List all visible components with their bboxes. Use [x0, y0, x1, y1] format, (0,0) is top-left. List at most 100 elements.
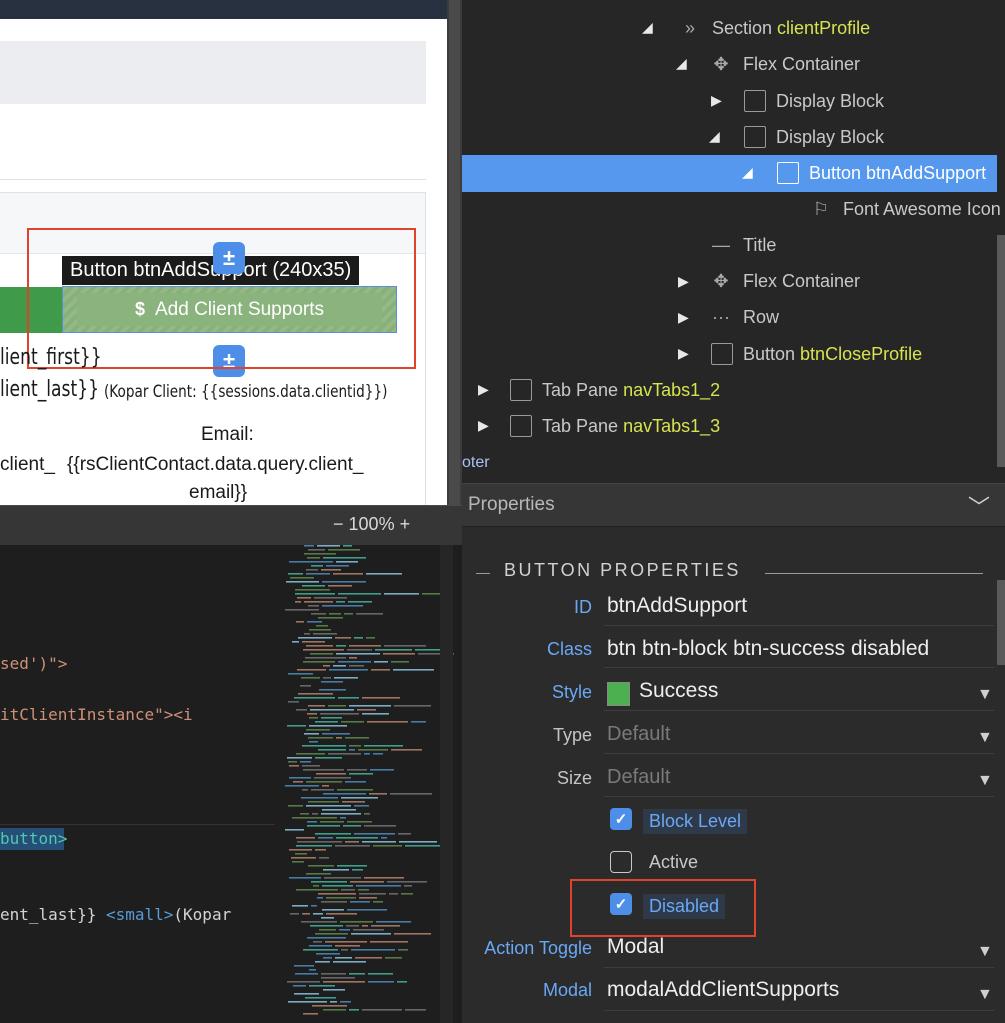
expand-triangle-icon[interactable]: ▶	[478, 381, 489, 398]
code-line[interactable]: sed')">	[0, 654, 67, 673]
minimap-line	[337, 865, 367, 867]
minimap-line	[295, 601, 301, 603]
collapse-triangle-icon[interactable]: ◢	[642, 19, 653, 36]
properties-scrollbar[interactable]	[997, 580, 1005, 665]
class-field[interactable]: btn btn-block btn-success disabled	[607, 637, 929, 661]
minimap-line	[289, 777, 311, 779]
minimap-line	[309, 725, 347, 727]
tree-node-button-add-support[interactable]: Button btnAddSupport	[777, 155, 986, 191]
block-level-label[interactable]: Block Level	[643, 809, 748, 834]
minimap-line	[307, 557, 320, 559]
dropdown-arrow-icon[interactable]: ▼	[977, 943, 993, 961]
dropdown-arrow-icon[interactable]: ▼	[977, 772, 993, 790]
minimap-line	[328, 585, 352, 587]
tree-scrollbar[interactable]	[997, 235, 1005, 467]
canvas-scrollbar[interactable]	[449, 0, 460, 505]
minimap-line	[303, 661, 335, 663]
code-line[interactable]: button>	[0, 829, 67, 848]
tree-node-font-awesome-icon[interactable]: ⚐ Font Awesome Icon	[809, 191, 1001, 227]
minimap-line	[336, 737, 342, 739]
minimap-line	[313, 941, 322, 943]
dropdown-arrow-icon[interactable]: ▼	[977, 686, 993, 704]
modal-select[interactable]: modalAddClientSupports	[607, 978, 839, 1002]
minimap-line	[293, 781, 303, 783]
minimap-line	[316, 625, 328, 627]
code-line[interactable]: ent_last}} <small>(Kopar	[0, 905, 231, 924]
expand-triangle-icon[interactable]: ▶	[711, 92, 722, 109]
style-color-swatch	[607, 682, 630, 706]
tree-node-row[interactable]: ··· Row	[709, 299, 779, 335]
minimap-line	[318, 837, 333, 839]
minimap-line	[315, 757, 342, 759]
code-minimap[interactable]	[275, 545, 462, 1023]
style-select[interactable]: Success	[639, 679, 718, 703]
expand-triangle-icon[interactable]: ▶	[678, 309, 689, 326]
tree-node-tab-pane-2[interactable]: Tab Pane navTabs1_2	[510, 372, 720, 408]
tree-node-flex-container[interactable]: ✥ Flex Container	[709, 46, 860, 82]
minimap-line	[303, 949, 338, 951]
minimap-line	[285, 785, 319, 787]
tree-node-tab-pane-3[interactable]: Tab Pane navTabs1_3	[510, 408, 720, 444]
tree-node-section[interactable]: » Section clientProfile	[678, 10, 870, 46]
id-field[interactable]: btnAddSupport	[607, 594, 747, 618]
code-line[interactable]: itClientInstance"><i	[0, 705, 193, 724]
block-level-checkbox[interactable]: ✓	[610, 808, 632, 830]
pane-icon	[510, 415, 532, 437]
minimap-line	[307, 937, 346, 939]
canvas-header-block[interactable]	[0, 41, 426, 104]
code-string: itClientInstance"><i	[0, 705, 193, 724]
modal-label: Modal	[542, 980, 592, 1000]
minimap-line	[298, 693, 333, 695]
collapse-triangle-icon[interactable]: ◢	[676, 55, 687, 72]
minimap-line	[295, 589, 330, 591]
type-select[interactable]: Default	[607, 723, 670, 746]
minimap-line	[322, 909, 344, 911]
minimap-line	[350, 881, 384, 883]
action-toggle-select[interactable]: Modal	[607, 935, 664, 959]
minimap-line	[368, 981, 394, 983]
zoom-in-button[interactable]: +	[400, 514, 411, 534]
size-select[interactable]: Default	[607, 766, 670, 789]
minimap-line	[341, 949, 348, 951]
minimap-line	[294, 993, 319, 995]
minimap-line	[387, 881, 427, 883]
expand-triangle-icon[interactable]: ▶	[678, 345, 689, 362]
minimap-line	[307, 825, 340, 827]
chevron-down-icon[interactable]: ﹀	[968, 490, 990, 522]
tree-node-display-block[interactable]: Display Block	[744, 119, 884, 155]
minimap-line	[333, 961, 366, 963]
tree-node-flex-container[interactable]: ✥ Flex Container	[709, 263, 860, 299]
dropdown-arrow-icon[interactable]: ▼	[977, 729, 993, 747]
minimap-line	[364, 813, 370, 815]
minimap-line	[375, 649, 412, 651]
zoom-out-button[interactable]: −	[333, 514, 344, 534]
minimap-line	[336, 561, 358, 563]
editor-scrollbar[interactable]	[440, 545, 453, 1023]
tree-node-title[interactable]: — Title	[709, 227, 776, 263]
expand-triangle-icon[interactable]: ▶	[478, 417, 489, 434]
client-first-text: lient_first}}	[0, 345, 102, 370]
collapse-triangle-icon[interactable]: ◢	[709, 128, 720, 145]
tree-footer-fragment[interactable]: oter	[462, 454, 490, 472]
minimap-line	[369, 793, 387, 795]
active-label[interactable]: Active	[649, 852, 698, 873]
block-icon	[744, 126, 766, 148]
minimap-line	[359, 897, 377, 899]
active-checkbox[interactable]	[610, 851, 632, 873]
tree-node-button-close-profile[interactable]: Button btnCloseProfile	[711, 336, 922, 372]
expand-triangle-icon[interactable]: ▶	[678, 273, 689, 290]
code-tag: button>	[0, 829, 68, 848]
tree-node-display-block[interactable]: Display Block	[744, 83, 884, 119]
node-label: Button	[743, 343, 796, 364]
dropdown-arrow-icon[interactable]: ▼	[977, 986, 993, 1004]
minimap-line	[349, 645, 381, 647]
minimap-line	[335, 845, 370, 847]
minimap-line	[314, 597, 347, 599]
node-label: Title	[743, 234, 777, 255]
minimap-line	[315, 721, 338, 723]
minimap-line	[340, 817, 346, 819]
collapse-triangle-icon[interactable]: ◢	[742, 164, 753, 181]
minimap-line	[311, 881, 347, 883]
minimap-line	[313, 913, 323, 915]
minimap-line	[307, 621, 322, 623]
